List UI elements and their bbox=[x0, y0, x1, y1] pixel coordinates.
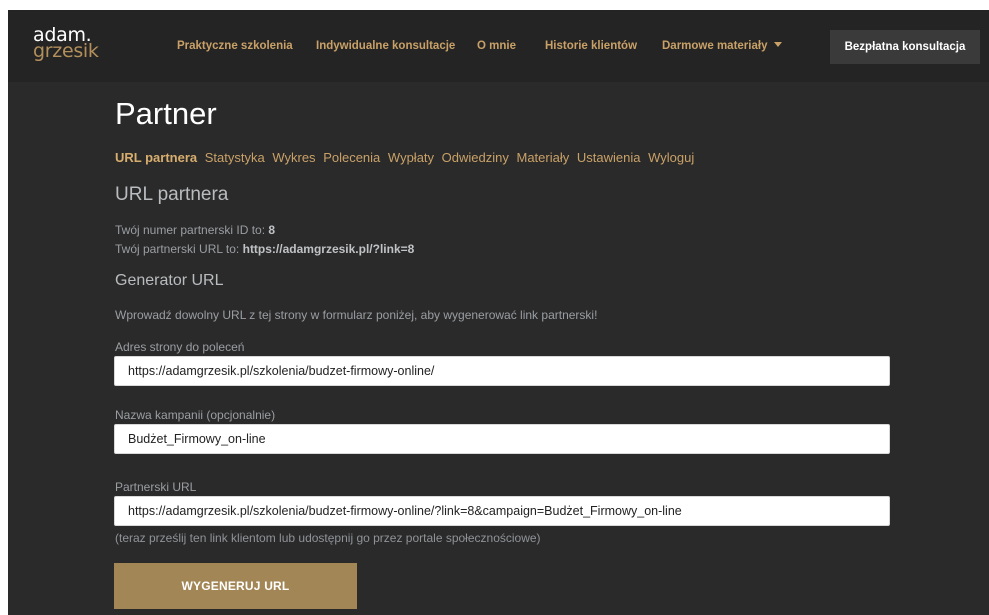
subnav-polecenia[interactable]: Polecenia bbox=[323, 150, 380, 165]
nav-darmowe-materialy-label: Darmowe materiały bbox=[662, 40, 768, 52]
free-consultation-button[interactable]: Bezpłatna konsultacja bbox=[830, 30, 980, 64]
subnav-odwiedziny[interactable]: Odwiedziny bbox=[442, 150, 509, 165]
partner-url-output[interactable] bbox=[114, 496, 890, 526]
nav-o-mnie[interactable]: O mnie bbox=[477, 40, 516, 52]
page-frame: adam. grzesik Praktyczne szkolenia Indyw… bbox=[8, 10, 989, 615]
page-title: Partner bbox=[115, 96, 217, 131]
generator-intro: Wprowadź dowolny URL z tej strony w form… bbox=[115, 308, 598, 322]
campaign-name-label: Nazwa kampanii (opcjonalnie) bbox=[115, 408, 276, 422]
nav-historie-klientow[interactable]: Historie klientów bbox=[545, 40, 637, 52]
partner-url-line: Twój partnerski URL to: https://adamgrze… bbox=[115, 242, 414, 256]
page-address-input[interactable] bbox=[114, 356, 890, 386]
partner-id-line: Twój numer partnerski ID to: 8 bbox=[115, 223, 275, 237]
partner-url-field-label: Partnerski URL bbox=[115, 480, 197, 494]
subnav-materialy[interactable]: Materiały bbox=[517, 150, 570, 165]
subnav-url-partnera[interactable]: URL partnera bbox=[115, 150, 197, 165]
chevron-down-icon bbox=[774, 42, 783, 47]
subnav-wyloguj[interactable]: Wyloguj bbox=[648, 150, 694, 165]
partner-subnav: URL partnera Statystyka Wykres Polecenia… bbox=[115, 150, 698, 165]
subnav-wyplaty[interactable]: Wypłaty bbox=[388, 150, 434, 165]
section-title: URL partnera bbox=[115, 184, 229, 205]
partner-id-label: Twój numer partnerski ID to: bbox=[115, 223, 269, 237]
partner-url-value: https://adamgrzesik.pl/?link=8 bbox=[242, 242, 415, 256]
subnav-wykres[interactable]: Wykres bbox=[272, 150, 315, 165]
nav-darmowe-materialy[interactable]: Darmowe materiały bbox=[662, 40, 783, 52]
site-logo[interactable]: adam. grzesik bbox=[33, 26, 99, 62]
site-header: adam. grzesik Praktyczne szkolenia Indyw… bbox=[8, 10, 989, 82]
logo-line-grzesik: grzesik bbox=[33, 40, 99, 62]
nav-indywidualne-konsultacje[interactable]: Indywidualne konsultacje bbox=[316, 40, 455, 52]
generator-title: Generator URL bbox=[115, 272, 224, 289]
generate-url-button[interactable]: WYGENERUJ URL bbox=[114, 563, 357, 609]
partner-url-label: Twój partnerski URL to: bbox=[115, 242, 243, 256]
share-hint: (teraz prześlij ten link klientom lub ud… bbox=[115, 531, 541, 545]
campaign-name-input[interactable] bbox=[114, 424, 890, 454]
subnav-statystyka[interactable]: Statystyka bbox=[205, 150, 265, 165]
page-address-label: Adres strony do poleceń bbox=[115, 340, 245, 354]
subnav-ustawienia[interactable]: Ustawienia bbox=[577, 150, 641, 165]
partner-id-value: 8 bbox=[268, 223, 276, 237]
nav-praktyczne-szkolenia[interactable]: Praktyczne szkolenia bbox=[177, 40, 293, 52]
